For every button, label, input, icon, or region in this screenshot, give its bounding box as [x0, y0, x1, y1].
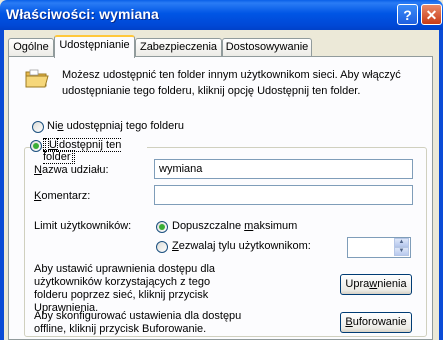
permissions-text: Aby ustawić uprawnienia dostępu dla użyt… — [34, 263, 216, 314]
help-button[interactable]: ? — [397, 4, 418, 25]
no-share-label[interactable]: Nie udostępniaj tego folderu — [47, 120, 184, 132]
window-title: Właściwości: wymiana — [6, 6, 159, 22]
permissions-button[interactable]: Uprawnienia — [340, 274, 412, 295]
comment-input[interactable] — [154, 185, 413, 205]
spin-down-icon[interactable]: ▼ — [394, 247, 409, 256]
tab-general[interactable]: Ogólne — [8, 38, 54, 56]
radio-selected-dot — [33, 143, 39, 149]
tab-sharing[interactable]: Udostępnianie — [54, 35, 135, 58]
caching-text: Aby skonfigurować ustawienia dla dostępu… — [34, 310, 242, 335]
radio-selected-dot — [159, 224, 165, 230]
sharing-info-text: Możesz udostępnić ten folder innym użytk… — [62, 69, 401, 97]
max-allowed-radio[interactable] — [156, 221, 168, 233]
window-frame-right — [439, 30, 443, 340]
share-name-label: Nazwa udziału: — [34, 164, 109, 176]
folder-share-icon — [25, 69, 49, 88]
share-folder-option[interactable]: Udostępnij ten folder — [30, 138, 147, 164]
max-allowed-label[interactable]: Dopuszczalne maksimum — [172, 220, 297, 232]
caching-button[interactable]: Buforowanie — [340, 312, 412, 333]
allow-users-label[interactable]: Zezwalaj tylu użytkownikom: — [172, 240, 311, 252]
allow-users-radio[interactable] — [156, 241, 168, 253]
share-folder-radio[interactable] — [30, 140, 42, 152]
user-limit-label: Limit użytkowników: — [34, 220, 132, 232]
close-button[interactable]: ✕ — [421, 4, 442, 25]
tab-customize[interactable]: Dostosowywanie — [222, 38, 312, 56]
tab-security[interactable]: Zabezpieczenia — [135, 38, 222, 56]
share-name-input[interactable]: wymiana — [154, 159, 413, 179]
title-bar[interactable]: Właściwości: wymiana ? ✕ — [0, 0, 443, 30]
window-frame-left — [0, 30, 4, 340]
user-count-spinner[interactable]: ▲ ▼ — [347, 237, 411, 258]
no-share-radio[interactable] — [32, 121, 44, 133]
comment-label: Komentarz: — [34, 190, 91, 202]
spin-up-icon[interactable]: ▲ — [394, 238, 409, 247]
